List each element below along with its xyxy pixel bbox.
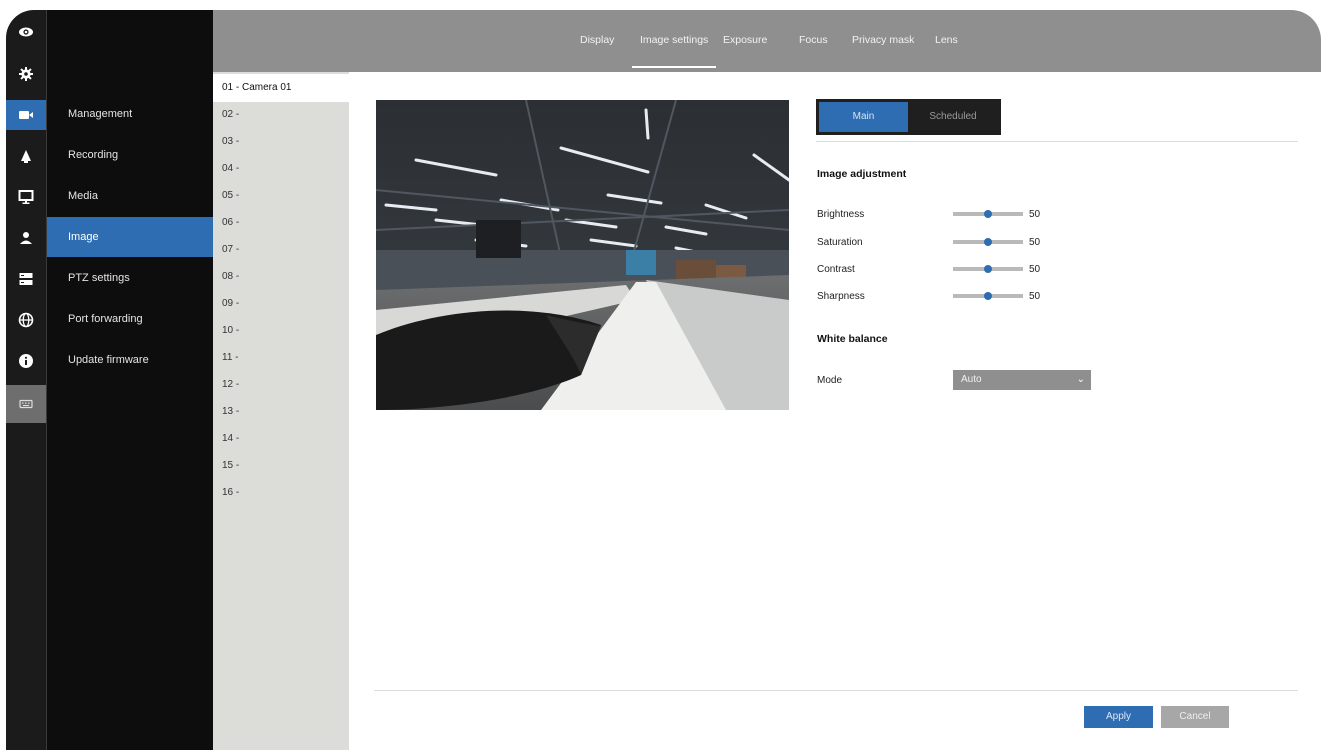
- globe-icon[interactable]: [6, 305, 46, 335]
- camera-item-07[interactable]: 07 -: [213, 236, 349, 263]
- video-camera-icon[interactable]: [6, 100, 46, 130]
- camera-item-10[interactable]: 10 -: [213, 317, 349, 344]
- camera-item-08[interactable]: 08 -: [213, 263, 349, 290]
- camera-item-14[interactable]: 14 -: [213, 425, 349, 452]
- brightness-slider[interactable]: [953, 210, 1023, 218]
- menu-item-update-firmware[interactable]: Update firmware: [47, 340, 213, 380]
- camera-preview: [376, 100, 789, 410]
- sharpness-value: 50: [1029, 291, 1041, 302]
- camera-item-09[interactable]: 09 -: [213, 290, 349, 317]
- menu-item-ptz-settings[interactable]: PTZ settings: [47, 258, 213, 298]
- tab-focus[interactable]: Focus: [799, 10, 828, 72]
- camera-list: 01 - Camera 01 02 - 03 - 04 - 05 - 06 - …: [213, 72, 349, 750]
- app-window: Management Recording Media Image PTZ set…: [6, 10, 1321, 750]
- segment-main-button[interactable]: Main: [819, 102, 908, 132]
- info-icon[interactable]: [6, 346, 46, 376]
- menu-item-media[interactable]: Media: [47, 176, 213, 216]
- tab-bar: Display Image settings Exposure Focus Pr…: [213, 10, 1321, 72]
- camera-item-05[interactable]: 05 -: [213, 182, 349, 209]
- camera-item-15[interactable]: 15 -: [213, 452, 349, 479]
- camera-item-02[interactable]: 02 -: [213, 101, 349, 128]
- storage-icon[interactable]: [6, 264, 46, 294]
- mode-select-value: Auto: [961, 374, 982, 385]
- sharpness-label: Sharpness: [817, 291, 865, 302]
- saturation-value: 50: [1029, 237, 1041, 248]
- slider-knob[interactable]: [984, 238, 992, 246]
- camera-item-11[interactable]: 11 -: [213, 344, 349, 371]
- camera-item-04[interactable]: 04 -: [213, 155, 349, 182]
- saturation-slider[interactable]: [953, 238, 1023, 246]
- settings-menu: Management Recording Media Image PTZ set…: [47, 10, 213, 750]
- brightness-value: 50: [1029, 209, 1041, 220]
- alert-bell-icon[interactable]: [6, 141, 46, 171]
- camera-item-16[interactable]: 16 -: [213, 479, 349, 506]
- image-adjustment-title: Image adjustment: [817, 168, 907, 180]
- slider-knob[interactable]: [984, 210, 992, 218]
- keyboard-icon[interactable]: [6, 385, 46, 423]
- divider: [816, 141, 1298, 142]
- slider-knob[interactable]: [984, 265, 992, 273]
- footer-divider: [374, 690, 1298, 691]
- sharpness-slider[interactable]: [953, 292, 1023, 300]
- contrast-label: Contrast: [817, 264, 855, 275]
- tab-exposure[interactable]: Exposure: [723, 10, 767, 72]
- apply-button[interactable]: Apply: [1084, 706, 1153, 728]
- tab-display[interactable]: Display: [580, 10, 614, 72]
- white-balance-title: White balance: [817, 333, 888, 345]
- eye-icon[interactable]: [6, 17, 46, 47]
- camera-preview-image: [376, 100, 789, 410]
- brightness-label: Brightness: [817, 209, 865, 220]
- camera-item-03[interactable]: 03 -: [213, 128, 349, 155]
- menu-item-recording[interactable]: Recording: [47, 135, 213, 175]
- chevron-down-icon: ⌄: [1076, 374, 1085, 385]
- tab-lens[interactable]: Lens: [935, 10, 958, 72]
- menu-item-management[interactable]: Management: [47, 94, 213, 134]
- camera-item-13[interactable]: 13 -: [213, 398, 349, 425]
- tab-image-settings[interactable]: Image settings: [631, 10, 717, 72]
- contrast-slider[interactable]: [953, 265, 1023, 273]
- cancel-button[interactable]: Cancel: [1161, 706, 1229, 728]
- tab-privacy-mask[interactable]: Privacy mask: [852, 10, 914, 72]
- gear-icon[interactable]: [6, 59, 46, 89]
- camera-item-01[interactable]: 01 - Camera 01: [213, 74, 349, 102]
- mode-segment-control: Main Scheduled: [816, 99, 1001, 135]
- monitor-icon[interactable]: [6, 182, 46, 212]
- segment-scheduled-button[interactable]: Scheduled: [908, 102, 998, 132]
- mode-label: Mode: [817, 375, 843, 386]
- contrast-value: 50: [1029, 264, 1041, 275]
- user-icon[interactable]: [6, 223, 46, 253]
- white-balance-mode-select[interactable]: Auto ⌄: [953, 370, 1091, 390]
- menu-item-image[interactable]: Image: [47, 217, 213, 257]
- saturation-label: Saturation: [817, 237, 863, 248]
- camera-item-06[interactable]: 06 -: [213, 209, 349, 236]
- camera-item-12[interactable]: 12 -: [213, 371, 349, 398]
- menu-item-port-forwarding[interactable]: Port forwarding: [47, 299, 213, 339]
- icon-rail: [6, 10, 46, 750]
- slider-knob[interactable]: [984, 292, 992, 300]
